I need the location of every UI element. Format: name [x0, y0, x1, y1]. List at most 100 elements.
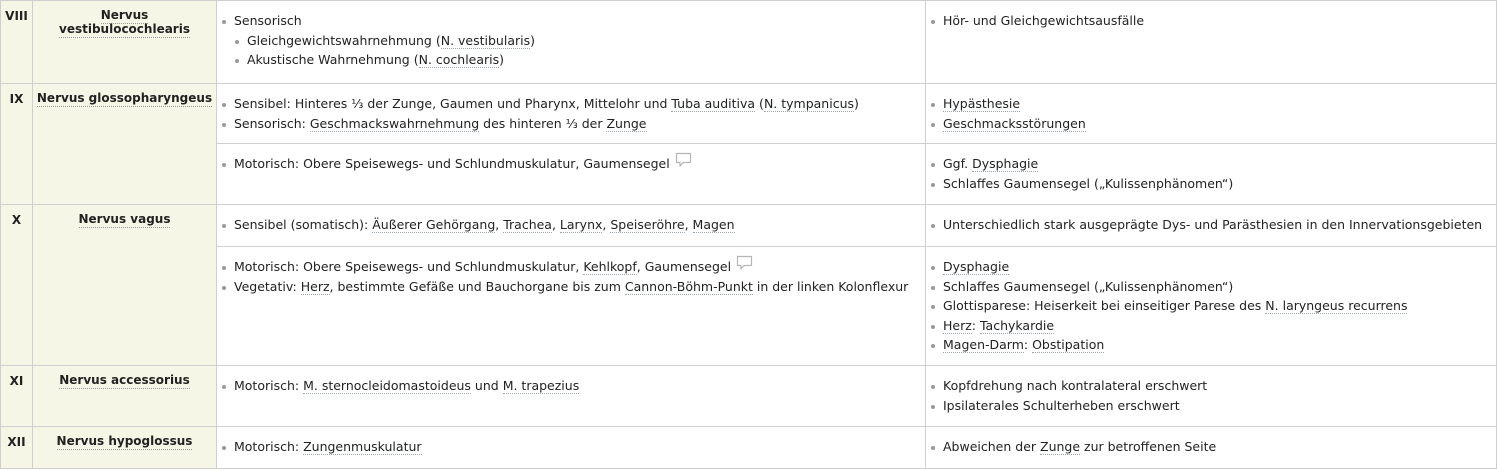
link-speiseroehre[interactable]: Speiseröhre — [610, 217, 685, 233]
deficit-cell: Hör- und Gleichgewichtsausfälle — [925, 0, 1497, 84]
text: Abweichen der — [943, 439, 1040, 454]
deficit-cell: Ggf. Dysphagie Schlaffes Gaumensegel („K… — [925, 143, 1497, 205]
link-n-cochlearis[interactable]: N. cochlearis — [418, 52, 500, 68]
deficit-text: Ipsilaterales Schulterheben erschwert — [943, 397, 1180, 413]
link-obstipation[interactable]: Obstipation — [1032, 337, 1105, 353]
function-list: Motorisch: M. sternocleidomastoideus und… — [221, 376, 919, 396]
text: ) — [854, 96, 859, 111]
link-larynx[interactable]: Larynx — [559, 217, 603, 233]
nerve-number-cell: XII — [0, 426, 33, 469]
link-herz[interactable]: Herz — [943, 317, 972, 334]
text: , — [551, 217, 560, 232]
nerve-name-link[interactable]: Nervus hypoglossus — [56, 434, 193, 450]
comment-icon[interactable] — [675, 152, 692, 174]
text: zur betroffenen Seite — [1080, 439, 1217, 454]
function-cell: Sensorisch Gleichgewichtswahrnehmung (N.… — [216, 0, 926, 84]
list-item: Sensorisch Gleichgewichtswahrnehmung (N.… — [221, 11, 919, 70]
link-trachea[interactable]: Trachea — [503, 217, 552, 233]
nerve-name-link[interactable]: Nervus glossopharyngeus — [36, 91, 213, 107]
deficit-cell: Abweichen der Zunge zur betroffenen Seit… — [925, 426, 1497, 469]
comment-icon[interactable] — [736, 255, 753, 277]
function-list: Motorisch: Obere Speisewegs- und Schlund… — [221, 152, 919, 174]
nerve-name-cell: Nervus vagus — [32, 204, 217, 366]
text: Motorisch: — [234, 378, 304, 393]
link-n-tympanicus[interactable]: N. tympanicus — [763, 96, 855, 112]
link-tachykardie[interactable]: Tachykardie — [979, 317, 1055, 334]
link-kehlkopf[interactable]: Kehlkopf — [583, 259, 637, 275]
text: Vegetativ: — [234, 278, 301, 294]
link-cannon-boehm-punkt[interactable]: Cannon-Böhm-Punkt — [624, 278, 753, 295]
deficit-cell: Dysphagie Schlaffes Gaumensegel („Kuliss… — [925, 246, 1497, 366]
link-tuba-auditiva[interactable]: Tuba auditiva — [671, 96, 756, 112]
list-item: Abweichen der Zunge zur betroffenen Seit… — [930, 437, 1490, 457]
function-cell: Sensibel: Hinteres ⅓ der Zunge, Gaumen u… — [216, 83, 926, 144]
function-text: Motorisch: Obere Speisewegs- und Schlund… — [234, 156, 670, 171]
function-list: Sensibel (somatisch): Äußerer Gehörgang,… — [221, 215, 919, 235]
link-dysphagie[interactable]: Dysphagie — [972, 156, 1039, 172]
nerve-number-cell: XI — [0, 365, 33, 427]
deficit-list: Unterschiedlich stark ausgeprägte Dys- u… — [930, 215, 1490, 235]
function-list: Sensibel: Hinteres ⅓ der Zunge, Gaumen u… — [221, 94, 919, 133]
link-m-trapezius[interactable]: M. trapezius — [502, 378, 580, 394]
nerve-name-cell: Nervus hypoglossus — [32, 426, 217, 469]
sub-list-item: Gleichgewichtswahrnehmung (N. vestibular… — [234, 31, 919, 51]
link-zunge[interactable]: Zunge — [1040, 439, 1081, 455]
function-list: Sensorisch Gleichgewichtswahrnehmung (N.… — [221, 11, 919, 70]
deficit-list: Dysphagie Schlaffes Gaumensegel („Kuliss… — [930, 257, 1490, 355]
link-n-vestibularis[interactable]: N. vestibularis — [440, 32, 531, 49]
text: : — [971, 317, 980, 333]
link-zungenmuskulatur[interactable]: Zungenmuskulatur — [303, 439, 422, 455]
list-item: Ggf. Dysphagie — [930, 154, 1490, 174]
list-item: Hypästhesie — [930, 94, 1490, 114]
cranial-nerves-table: VIII Nervus vestibulocochlearis Sensoris… — [0, 0, 1497, 469]
table-row-viii: VIII Nervus vestibulocochlearis Sensoris… — [0, 0, 1497, 84]
deficit-text: Schlaffes Gaumensegel („Kulissenphänomen… — [943, 278, 1234, 294]
list-item: Dysphagie — [930, 257, 1490, 277]
link-magen-darm[interactable]: Magen-Darm — [943, 337, 1024, 353]
table-row-xi: XI Nervus accessorius Motorisch: M. ster… — [0, 365, 1497, 427]
nerve-number-cell: IX — [0, 83, 33, 205]
link-aeusserer-gehoergang[interactable]: Äußerer Gehörgang — [372, 217, 496, 233]
list-item: Motorisch: Zungenmuskulatur — [221, 437, 919, 457]
link-n-laryngeus-recurrens[interactable]: N. laryngeus recurrens — [1265, 298, 1408, 314]
table-row-ix-motor: Motorisch: Obere Speisewegs- und Schlund… — [1, 143, 1497, 205]
table-row-x: X Nervus vagus Sensibel (somatisch): Äuß… — [0, 204, 1497, 366]
text: Motorisch: — [234, 439, 304, 454]
link-herz[interactable]: Herz — [300, 278, 330, 295]
nerve-name-link[interactable]: Nervus vagus — [78, 212, 171, 228]
link-geschmacksstoerungen[interactable]: Geschmacksstörungen — [943, 115, 1086, 132]
deficit-list: Hör- und Gleichgewichtsausfälle — [930, 11, 1490, 31]
list-item: Schlaffes Gaumensegel („Kulissenphänomen… — [930, 277, 1490, 297]
list-item: Unterschiedlich stark ausgeprägte Dys- u… — [930, 215, 1490, 235]
nerve-name-link[interactable]: Nervus vestibulocochlearis — [59, 8, 190, 38]
link-m-sternocleidomastoideus[interactable]: M. sternocleidomastoideus — [303, 378, 471, 394]
link-dysphagie[interactable]: Dysphagie — [943, 259, 1010, 275]
list-item: Sensibel: Hinteres ⅓ der Zunge, Gaumen u… — [221, 94, 919, 114]
nerve-name-link[interactable]: Nervus accessorius — [59, 373, 190, 389]
text: Glottisparese: Heiserkeit bei einseitige… — [943, 298, 1266, 313]
function-cell: Motorisch: Zungenmuskulatur — [216, 426, 926, 469]
text: in der linken Kolonflexur — [752, 278, 909, 294]
deficit-list: Abweichen der Zunge zur betroffenen Seit… — [930, 437, 1490, 457]
nerve-number: IX — [9, 92, 24, 106]
text: ) — [499, 52, 505, 67]
deficit-text: Hör- und Gleichgewichtsausfälle — [943, 13, 1145, 28]
function-list: Motorisch: Obere Speisewegs- und Schlund… — [221, 255, 919, 296]
list-item: Glottisparese: Heiserkeit bei einseitige… — [930, 296, 1490, 316]
list-item: Schlaffes Gaumensegel („Kulissenphänomen… — [930, 174, 1490, 194]
text: und — [470, 378, 503, 393]
link-geschmackswahrnehmung[interactable]: Geschmackswahrnehmung — [309, 115, 480, 132]
link-hypaesthesie[interactable]: Hypästhesie — [943, 96, 1021, 112]
text: Sensorisch: — [234, 115, 310, 131]
deficit-cell: Unterschiedlich stark ausgeprägte Dys- u… — [925, 204, 1497, 247]
text: Gleichgewichtswahrnehmung ( — [247, 32, 441, 48]
deficit-cell: Kopfdrehung nach kontralateral erschwert… — [925, 365, 1497, 427]
list-item: Hör- und Gleichgewichtsausfälle — [930, 11, 1490, 31]
nerve-number: VIII — [5, 9, 28, 23]
link-zunge[interactable]: Zunge — [606, 115, 647, 132]
link-magen[interactable]: Magen — [692, 217, 735, 233]
text: Akustische Wahrnehmung ( — [247, 52, 419, 67]
deficit-cell: Hypästhesie Geschmacksstörungen — [925, 83, 1497, 144]
list-item: Motorisch: Obere Speisewegs- und Schlund… — [221, 152, 919, 174]
text: Sensibel (somatisch): — [234, 217, 373, 232]
